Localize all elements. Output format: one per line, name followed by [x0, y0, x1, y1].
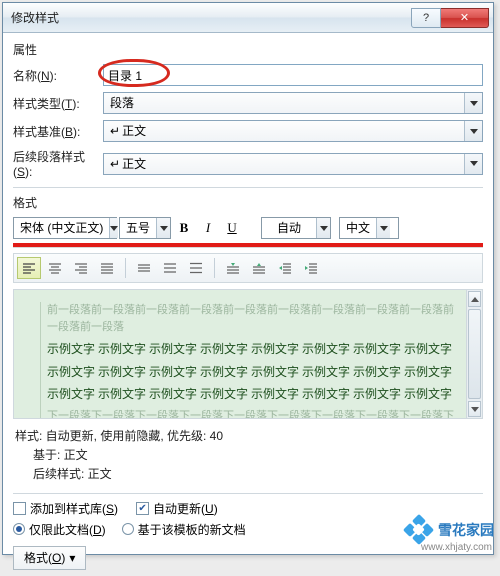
- align-right-button[interactable]: [69, 257, 93, 279]
- chevron-down-icon: [376, 218, 390, 238]
- following-label: 后续段落样式(S):: [13, 148, 103, 179]
- chevron-down-icon: [316, 218, 330, 238]
- desc-line: 后续样式: 正文: [33, 465, 481, 484]
- chevron-down-icon: [464, 93, 482, 113]
- window-title: 修改样式: [11, 9, 411, 26]
- preview-sample-line: 示例文字 示例文字 示例文字 示例文字 示例文字 示例文字 示例文字 示例文字: [47, 363, 456, 382]
- styletype-combo[interactable]: 段落: [103, 92, 483, 114]
- close-button[interactable]: ✕: [441, 8, 489, 28]
- watermark-sub: www.xhjaty.com: [421, 542, 492, 553]
- snowflake-icon: [406, 517, 432, 543]
- following-combo[interactable]: ↵正文: [103, 153, 483, 175]
- desc-line: 样式: 自动更新, 使用前隐藏, 优先级: 40: [15, 427, 481, 446]
- section-properties-label: 属性: [13, 41, 483, 58]
- preview-next-para: 下一段落下一段落下一段落下一段落下一段落下一段落下一段落下一段落下一段落下一段落…: [47, 408, 456, 419]
- chevron-down-icon: [109, 218, 118, 238]
- linespacing-1-button[interactable]: [132, 257, 156, 279]
- scroll-up-button[interactable]: [468, 291, 481, 307]
- size-combo[interactable]: 五号: [119, 217, 171, 239]
- this-doc-label: 仅限此文档(D): [29, 521, 106, 538]
- format-menu-button[interactable]: 格式(O) ▾: [13, 546, 86, 570]
- window-buttons: ? ✕: [411, 8, 489, 28]
- name-field-wrap: [103, 64, 483, 86]
- preview-sample-line: 示例文字 示例文字 示例文字 示例文字 示例文字 示例文字 示例文字 示例文字: [47, 385, 456, 404]
- desc-line: 基于: 正文: [33, 446, 481, 465]
- highlight-underline: [13, 243, 483, 247]
- basedon-label: 样式基准(B):: [13, 123, 103, 140]
- basedon-value: ↵正文: [104, 121, 464, 141]
- template-label: 基于该模板的新文档: [138, 521, 246, 538]
- close-icon: ✕: [460, 11, 469, 24]
- preview-scrollbar[interactable]: [466, 290, 482, 418]
- indent-decrease-button[interactable]: [273, 257, 297, 279]
- font-combo[interactable]: 宋体 (中文正文): [13, 217, 117, 239]
- spacing-increase-before-button[interactable]: [221, 257, 245, 279]
- paragraph-toolbar: [13, 253, 483, 283]
- align-center-button[interactable]: [43, 257, 67, 279]
- indent-increase-button[interactable]: [299, 257, 323, 279]
- this-doc-radio[interactable]: [13, 523, 25, 535]
- auto-update-label: 自动更新(U): [153, 500, 218, 517]
- watermark: 雪花家园 www.xhjaty.com: [406, 517, 494, 543]
- auto-update-checkbox[interactable]: ✔: [136, 502, 149, 515]
- name-label: 名称(N):: [13, 67, 103, 84]
- basedon-combo[interactable]: ↵正文: [103, 120, 483, 142]
- linespacing-15-button[interactable]: [158, 257, 182, 279]
- titlebar: 修改样式 ? ✕: [3, 3, 493, 33]
- modify-style-dialog: 修改样式 ? ✕ 属性 名称(N): 样式类型(T): 段落 样式基准(B): …: [2, 2, 494, 555]
- chevron-down-icon: [464, 154, 482, 174]
- underline-button[interactable]: U: [221, 217, 243, 239]
- preview-prev-para: 前一段落前一段落前一段落前一段落前一段落前一段落前一段落前一段落前一段落前一段落…: [47, 302, 456, 336]
- scroll-down-button[interactable]: [468, 401, 481, 417]
- template-radio[interactable]: [122, 523, 134, 535]
- font-toolbar: 宋体 (中文正文) 五号 B I U 自动 中文: [13, 217, 483, 239]
- chevron-down-icon: [464, 121, 482, 141]
- italic-button[interactable]: I: [197, 217, 219, 239]
- add-to-gallery-checkbox[interactable]: [13, 502, 26, 515]
- lang-combo[interactable]: 中文: [339, 217, 399, 239]
- help-icon: ?: [423, 12, 429, 24]
- align-left-button[interactable]: [17, 257, 41, 279]
- style-description: 样式: 自动更新, 使用前隐藏, 优先级: 40 基于: 正文 后续样式: 正文: [15, 427, 481, 485]
- preview-sample-line: 示例文字 示例文字 示例文字 示例文字 示例文字 示例文字 示例文字 示例文字: [47, 340, 456, 359]
- add-to-gallery-label: 添加到样式库(S): [30, 500, 118, 517]
- scroll-thumb[interactable]: [468, 309, 481, 399]
- spacing-decrease-before-button[interactable]: [247, 257, 271, 279]
- preview-pane: 前一段落前一段落前一段落前一段落前一段落前一段落前一段落前一段落前一段落前一段落…: [13, 289, 483, 419]
- align-justify-button[interactable]: [95, 257, 119, 279]
- chevron-down-icon: [471, 407, 479, 412]
- chevron-down-icon: ▾: [69, 551, 75, 565]
- chevron-down-icon: [156, 218, 170, 238]
- following-value: ↵正文: [104, 154, 464, 174]
- fontcolor-combo[interactable]: 自动: [261, 217, 331, 239]
- section-format-label: 格式: [13, 194, 483, 211]
- styletype-label: 样式类型(T):: [13, 95, 103, 112]
- help-button[interactable]: ?: [411, 8, 441, 28]
- chevron-up-icon: [471, 297, 479, 302]
- watermark-text: 雪花家园: [438, 520, 494, 540]
- styletype-value: 段落: [104, 93, 464, 113]
- name-input[interactable]: [103, 64, 483, 86]
- linespacing-2-button[interactable]: [184, 257, 208, 279]
- bold-button[interactable]: B: [173, 217, 195, 239]
